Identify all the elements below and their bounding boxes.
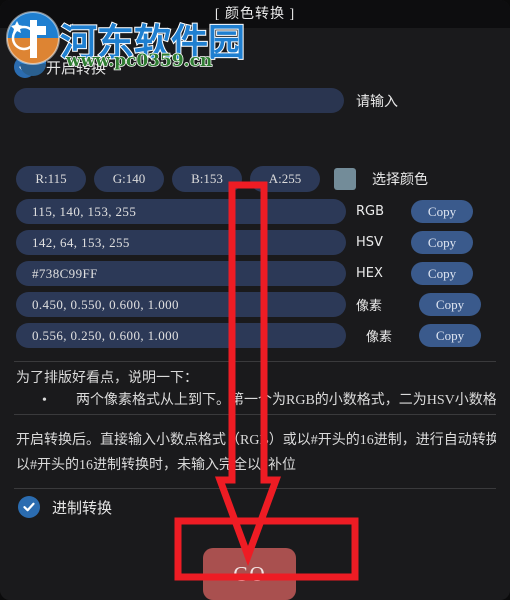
title-bar: [ 颜色转换 ] — [0, 0, 510, 28]
pixel-rgb-label: 像素 — [356, 299, 383, 314]
note-bullet-item: 两个像素格式从上到下。第一个为RGB的小数格式，二为HSV小数格式 — [16, 390, 496, 412]
green-pill[interactable]: G:140 — [94, 166, 164, 192]
enable-conversion-label: 开启转换 — [46, 58, 107, 77]
window-title: [ 颜色转换 ] — [214, 7, 296, 22]
color-input[interactable] — [14, 88, 344, 113]
color-input-row: 请输入 — [14, 88, 398, 113]
hsv-copy-button[interactable]: Copy — [411, 231, 473, 254]
description-block: 开启转换后。直接输入小数点格式（RGB）或以#开头的16进制，进行自动转换 以#… — [16, 428, 496, 480]
value-rows: 115, 140, 153, 255 RGB Copy 142, 64, 153… — [0, 196, 510, 351]
pixel-hsv-label: 像素 — [366, 330, 393, 345]
note-block: 为了排版好看点，说明一下： 两个像素格式从上到下。第一个为RGB的小数格式，二为… — [16, 368, 496, 412]
channel-pill-row: R:115 G:140 B:153 A:255 选择颜色 — [16, 166, 428, 192]
go-button[interactable]: GO — [203, 548, 296, 600]
base-conversion-row[interactable]: 进制转换 — [18, 496, 112, 518]
hsv-value-field[interactable]: 142, 64, 153, 255 — [16, 230, 346, 255]
enable-conversion-row[interactable]: 开启转换 — [14, 56, 106, 78]
hex-copy-button[interactable]: Copy — [411, 262, 473, 285]
divider-bottom — [14, 488, 496, 489]
pixel-rgb-copy-button[interactable]: Copy — [419, 293, 481, 316]
color-input-label: 请输入 — [356, 93, 398, 110]
color-swatch[interactable] — [334, 168, 356, 190]
divider-mid — [14, 414, 496, 415]
blue-pill[interactable]: B:153 — [172, 166, 242, 192]
check-icon — [23, 502, 35, 512]
hex-value-field[interactable]: #738C99FF — [16, 261, 346, 286]
main-panel: 开启转换 请输入 R:115 G:140 B:153 A:255 选择颜色 11… — [0, 28, 510, 600]
table-row: 142, 64, 153, 255 HSV Copy — [0, 227, 510, 258]
pixel-hsv-copy-button[interactable]: Copy — [419, 324, 481, 347]
rgb-label: RGB — [356, 204, 385, 219]
red-pill[interactable]: R:115 — [16, 166, 86, 192]
hex-label: HEX — [356, 266, 383, 281]
choose-color-label: 选择颜色 — [372, 172, 428, 188]
table-row: 0.450, 0.550, 0.600, 1.000 像素 Copy — [0, 289, 510, 320]
table-row: #738C99FF HEX Copy — [0, 258, 510, 289]
pixel-rgb-value-field[interactable]: 0.450, 0.550, 0.600, 1.000 — [16, 292, 346, 317]
pixel-hsv-value-field[interactable]: 0.556, 0.250, 0.600, 1.000 — [16, 323, 346, 348]
rgb-value-field[interactable]: 115, 140, 153, 255 — [16, 199, 346, 224]
hsv-label: HSV — [356, 235, 383, 250]
table-row: 115, 140, 153, 255 RGB Copy — [0, 196, 510, 227]
alpha-pill[interactable]: A:255 — [250, 166, 320, 192]
divider-top — [14, 361, 496, 362]
rgb-copy-button[interactable]: Copy — [411, 200, 473, 223]
enable-conversion-checkbox[interactable] — [14, 56, 36, 78]
description-line-2: 以#开头的16进制转换时，未输入完全以0补位 — [16, 458, 296, 473]
app-window: [ 颜色转换 ] 开启转换 请输入 R:115 G:140 B:153 A:25… — [0, 0, 510, 600]
base-conversion-checkbox[interactable] — [18, 496, 40, 518]
description-line-1: 开启转换后。直接输入小数点格式（RGB）或以#开头的16进制，进行自动转换 — [16, 433, 496, 448]
table-row: 0.556, 0.250, 0.600, 1.000 像素 Copy — [0, 320, 510, 351]
check-icon — [19, 62, 31, 72]
note-heading: 为了排版好看点，说明一下： — [16, 371, 198, 386]
base-conversion-label: 进制转换 — [52, 498, 113, 517]
